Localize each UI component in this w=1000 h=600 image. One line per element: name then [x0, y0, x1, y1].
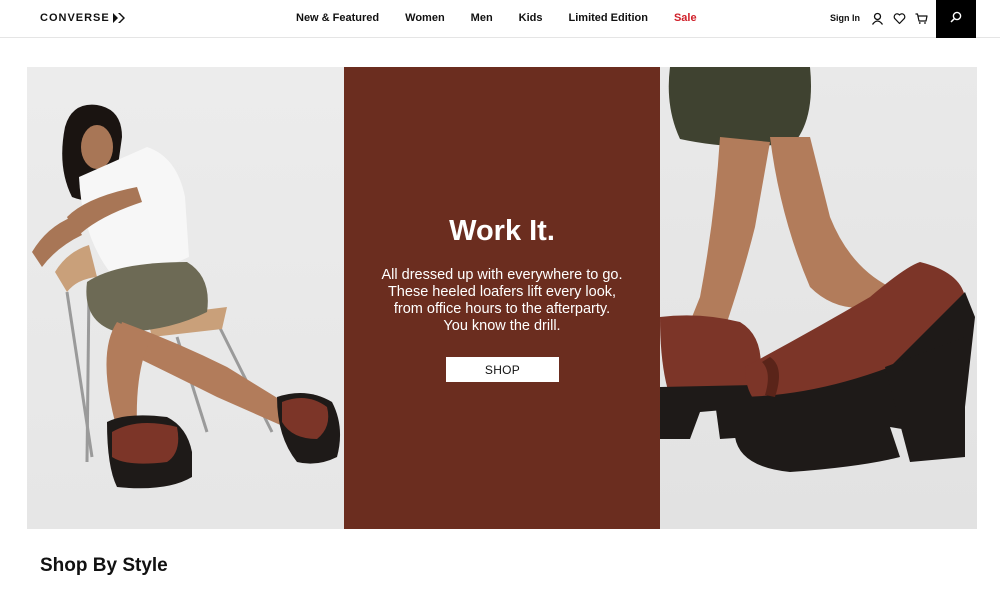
nav-new-featured[interactable]: New & Featured — [283, 0, 392, 36]
nav-kids[interactable]: Kids — [506, 0, 556, 36]
hero-image-model-seated[interactable] — [27, 67, 344, 529]
site-header: CONVERSE New & Featured Women Men Kids L… — [0, 0, 1000, 38]
nav-men[interactable]: Men — [458, 0, 506, 36]
sign-in-link[interactable]: Sign In — [830, 13, 860, 23]
hero-image-loafers-closeup[interactable] — [660, 67, 977, 529]
converse-logo[interactable]: CONVERSE — [40, 11, 127, 25]
heart-icon[interactable] — [893, 12, 906, 25]
main-nav: New & Featured Women Men Kids Limited Ed… — [283, 0, 710, 36]
nav-sale[interactable]: Sale — [661, 0, 710, 36]
shop-button[interactable]: SHOP — [446, 357, 559, 382]
hero-banner: Work It. All dressed up with everywhere … — [27, 67, 977, 529]
nav-women[interactable]: Women — [392, 0, 458, 36]
search-icon — [950, 10, 962, 28]
hero-title: Work It. — [449, 215, 555, 247]
loafers-closeup-illustration — [660, 67, 975, 472]
user-icon[interactable] — [871, 12, 884, 25]
section-title: Shop By Style — [40, 555, 168, 576]
logo-text: CONVERSE — [40, 12, 110, 24]
nav-limited-edition[interactable]: Limited Edition — [556, 0, 661, 36]
model-seated-illustration — [32, 104, 341, 489]
cart-icon[interactable] — [915, 12, 928, 25]
hero-description: All dressed up with everywhere to go. Th… — [381, 267, 623, 334]
logo-arrow-icon — [112, 13, 127, 23]
search-button[interactable] — [936, 0, 976, 38]
hero-text-panel: Work It. All dressed up with everywhere … — [344, 67, 660, 529]
header-utilities: Sign In — [830, 0, 928, 36]
